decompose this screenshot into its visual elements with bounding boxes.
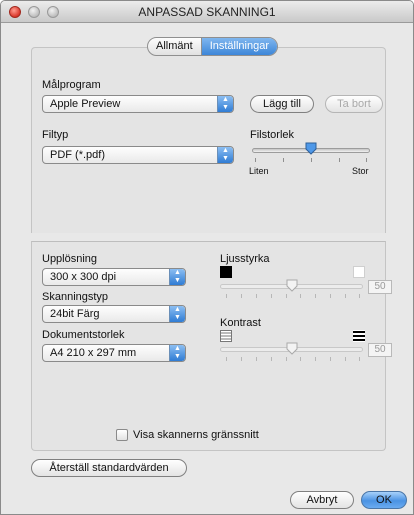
tick-mark — [339, 158, 340, 162]
target-app-label: Målprogram — [42, 79, 101, 91]
scan-type-popup[interactable]: 24bit Färg ▲ ▼ — [42, 305, 186, 323]
brightness-value-field[interactable]: 50 — [368, 280, 392, 294]
doc-size-popup[interactable]: A4 210 x 297 mm ▲ ▼ — [42, 344, 186, 362]
tick-mark — [271, 357, 272, 361]
scan-type-label: Skanningstyp — [42, 291, 109, 303]
light-square-icon — [353, 266, 365, 278]
tick-mark — [366, 158, 367, 162]
contrast-slider-thumb[interactable] — [286, 342, 298, 355]
brightness-slider-thumb[interactable] — [286, 279, 298, 292]
tick-mark — [256, 357, 257, 361]
window-title: ANPASSAD SKANNING1 — [138, 5, 276, 19]
show-scanner-ui-checkbox[interactable] — [116, 429, 128, 441]
low-contrast-icon — [220, 330, 232, 342]
filesize-ticks — [255, 158, 367, 162]
tick-mark — [256, 294, 257, 298]
tick-mark — [300, 294, 301, 298]
tab-general[interactable]: Allmänt — [148, 38, 201, 55]
high-contrast-icon — [353, 330, 365, 342]
tick-mark — [241, 294, 242, 298]
dark-square-icon — [220, 266, 232, 278]
resolution-value: 300 x 300 dpi — [50, 271, 117, 283]
brightness-label: Ljusstyrka — [220, 253, 270, 265]
filetype-popup[interactable]: PDF (*.pdf) ▲ ▼ — [42, 146, 234, 164]
contrast-value-field[interactable]: 50 — [368, 343, 392, 357]
filesize-max-label: Stor — [352, 166, 369, 176]
tab-bar: Allmänt Inställningar — [147, 37, 279, 56]
popup-arrows-icon: ▲ ▼ — [169, 345, 185, 361]
brightness-ticks — [226, 294, 360, 298]
contrast-label: Kontrast — [220, 317, 261, 329]
target-app-popup[interactable]: Apple Preview ▲ ▼ — [42, 95, 234, 113]
tab-settings[interactable]: Inställningar — [200, 38, 278, 55]
resolution-label: Upplösning — [42, 253, 98, 265]
tick-mark — [271, 294, 272, 298]
settings-panel-top — [31, 47, 386, 233]
doc-size-label: Dokumentstorlek — [42, 329, 125, 341]
add-app-button[interactable]: Lägg till — [250, 95, 314, 113]
tick-mark — [241, 357, 242, 361]
popup-arrows-icon: ▲ ▼ — [217, 147, 233, 163]
tick-mark — [283, 158, 284, 162]
tick-mark — [311, 158, 312, 162]
restore-defaults-button[interactable]: Återställ standardvärden — [31, 459, 187, 477]
cancel-button[interactable]: Avbryt — [290, 491, 354, 509]
resolution-popup[interactable]: 300 x 300 dpi ▲ ▼ — [42, 268, 186, 286]
dialog-window: ANPASSAD SKANNING1 Allmänt Inställningar… — [0, 0, 414, 515]
tick-mark — [255, 158, 256, 162]
tick-mark — [330, 357, 331, 361]
tick-mark — [345, 294, 346, 298]
remove-app-button[interactable]: Ta bort — [325, 95, 383, 113]
tick-mark — [315, 357, 316, 361]
doc-size-value: A4 210 x 297 mm — [50, 347, 137, 359]
filesize-min-label: Liten — [249, 166, 269, 176]
tick-mark — [226, 294, 227, 298]
tick-mark — [359, 357, 360, 361]
tick-mark — [286, 357, 287, 361]
tick-mark — [330, 294, 331, 298]
tick-mark — [359, 294, 360, 298]
filesize-slider-thumb[interactable] — [305, 142, 317, 155]
ok-button[interactable]: OK — [361, 491, 407, 509]
popup-arrows-icon: ▲ ▼ — [169, 306, 185, 322]
show-scanner-ui-label: Visa skannerns gränssnitt — [133, 429, 259, 441]
title-bar[interactable]: ANPASSAD SKANNING1 — [1, 1, 413, 23]
tick-mark — [345, 357, 346, 361]
filetype-label: Filtyp — [42, 129, 69, 141]
contrast-ticks — [226, 357, 360, 361]
tick-mark — [226, 357, 227, 361]
scan-type-value: 24bit Färg — [50, 308, 100, 320]
tick-mark — [315, 294, 316, 298]
popup-arrows-icon: ▲ ▼ — [169, 269, 185, 285]
filetype-value: PDF (*.pdf) — [50, 149, 106, 161]
tick-mark — [300, 357, 301, 361]
popup-arrows-icon: ▲ ▼ — [217, 96, 233, 112]
tick-mark — [286, 294, 287, 298]
target-app-value: Apple Preview — [50, 98, 121, 110]
filesize-label: Filstorlek — [250, 129, 295, 141]
